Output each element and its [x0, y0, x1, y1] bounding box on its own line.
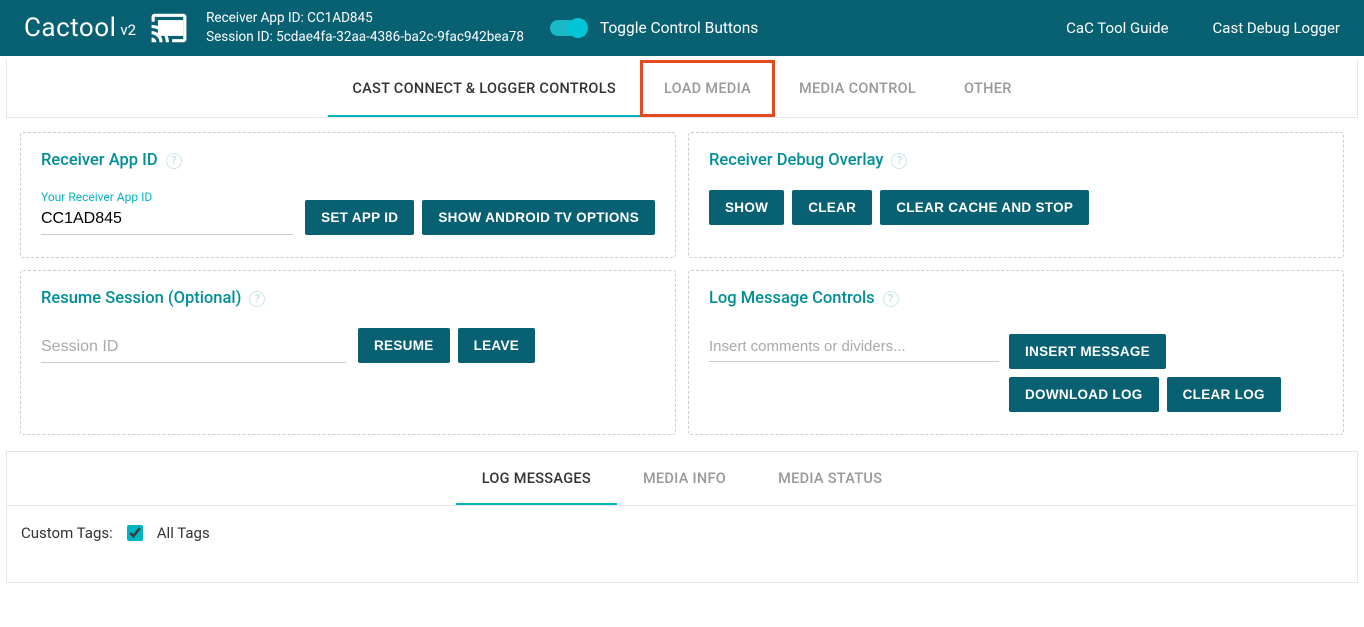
insert-message-button[interactable]: INSERT MESSAGE	[1009, 334, 1166, 369]
panels-grid: Receiver App ID ? Your Receiver App ID S…	[6, 118, 1358, 451]
clear-log-button[interactable]: CLEAR LOG	[1167, 377, 1281, 412]
all-tags-label: All Tags	[157, 524, 210, 542]
all-tags-checkbox[interactable]	[127, 525, 143, 541]
receiver-app-id-field: Your Receiver App ID	[41, 190, 293, 235]
tab-cast-connect[interactable]: CAST CONNECT & LOGGER CONTROLS	[328, 60, 640, 117]
session-id-text: Session ID: 5cdae4fa-32aa-4386-ba2c-9fac…	[206, 28, 524, 47]
panel-log-controls: Log Message Controls ? INSERT MESSAGE DO…	[688, 270, 1344, 435]
set-app-id-button[interactable]: SET APP ID	[305, 200, 414, 235]
log-comment-field	[709, 334, 999, 362]
main-tabs: CAST CONNECT & LOGGER CONTROLS LOAD MEDI…	[6, 60, 1358, 118]
tab-media-control[interactable]: MEDIA CONTROL	[775, 60, 940, 117]
panel-title: Receiver Debug Overlay ?	[709, 151, 1323, 170]
brand: Cactool v2	[24, 13, 136, 43]
link-logger[interactable]: Cast Debug Logger	[1213, 19, 1340, 37]
header-info: Receiver App ID: CC1AD845 Session ID: 5c…	[206, 9, 524, 47]
help-icon[interactable]: ?	[891, 153, 907, 169]
tab-log-messages[interactable]: LOG MESSAGES	[456, 452, 617, 505]
tab-other[interactable]: OTHER	[940, 60, 1036, 117]
panel-title: Resume Session (Optional) ?	[41, 289, 655, 308]
receiver-app-id-input[interactable]	[41, 206, 293, 235]
log-body: Custom Tags: All Tags	[7, 506, 1357, 582]
leave-button[interactable]: LEAVE	[458, 328, 536, 363]
panel-resume-session: Resume Session (Optional) ? RESUME LEAVE	[20, 270, 676, 435]
tab-media-info[interactable]: MEDIA INFO	[617, 452, 752, 505]
resume-button[interactable]: RESUME	[358, 328, 450, 363]
log-comment-input[interactable]	[709, 334, 999, 362]
toggle-switch[interactable]	[550, 20, 586, 36]
show-overlay-button[interactable]: SHOW	[709, 190, 784, 225]
panel-title-text: Receiver Debug Overlay	[709, 151, 883, 170]
download-log-button[interactable]: DOWNLOAD LOG	[1009, 377, 1159, 412]
panel-title-text: Resume Session (Optional)	[41, 289, 241, 308]
field-label: Your Receiver App ID	[41, 190, 293, 204]
help-icon[interactable]: ?	[249, 291, 265, 307]
show-android-tv-options-button[interactable]: SHOW ANDROID TV OPTIONS	[422, 200, 655, 235]
brand-version: v2	[120, 21, 136, 39]
brand-name: Cactool	[24, 13, 116, 43]
help-icon[interactable]: ?	[883, 291, 899, 307]
tab-media-status[interactable]: MEDIA STATUS	[752, 452, 908, 505]
tab-load-media[interactable]: LOAD MEDIA	[640, 60, 775, 117]
panel-title: Receiver App ID ?	[41, 151, 655, 170]
clear-cache-stop-button[interactable]: CLEAR CACHE AND STOP	[880, 190, 1089, 225]
panel-title-text: Log Message Controls	[709, 289, 875, 308]
log-section: LOG MESSAGES MEDIA INFO MEDIA STATUS Cus…	[6, 451, 1358, 583]
log-tabs: LOG MESSAGES MEDIA INFO MEDIA STATUS	[7, 452, 1357, 506]
clear-overlay-button[interactable]: CLEAR	[792, 190, 872, 225]
session-id-field	[41, 334, 346, 363]
panel-debug-overlay: Receiver Debug Overlay ? SHOW CLEAR CLEA…	[688, 132, 1344, 258]
cast-icon	[146, 9, 192, 47]
panel-receiver-app-id: Receiver App ID ? Your Receiver App ID S…	[20, 132, 676, 258]
session-id-input[interactable]	[41, 334, 346, 363]
toggle-label: Toggle Control Buttons	[600, 19, 758, 37]
panel-title-text: Receiver App ID	[41, 151, 158, 170]
custom-tags-label: Custom Tags:	[21, 524, 113, 542]
help-icon[interactable]: ?	[166, 153, 182, 169]
toggle-control-buttons[interactable]: Toggle Control Buttons	[550, 19, 758, 37]
toggle-knob	[568, 18, 588, 38]
panel-title: Log Message Controls ?	[709, 289, 1323, 308]
header-links: CaC Tool Guide Cast Debug Logger	[1066, 19, 1340, 37]
receiver-app-id-text: Receiver App ID: CC1AD845	[206, 9, 524, 28]
link-guide[interactable]: CaC Tool Guide	[1066, 19, 1168, 37]
app-header: Cactool v2 Receiver App ID: CC1AD845 Ses…	[0, 0, 1364, 56]
